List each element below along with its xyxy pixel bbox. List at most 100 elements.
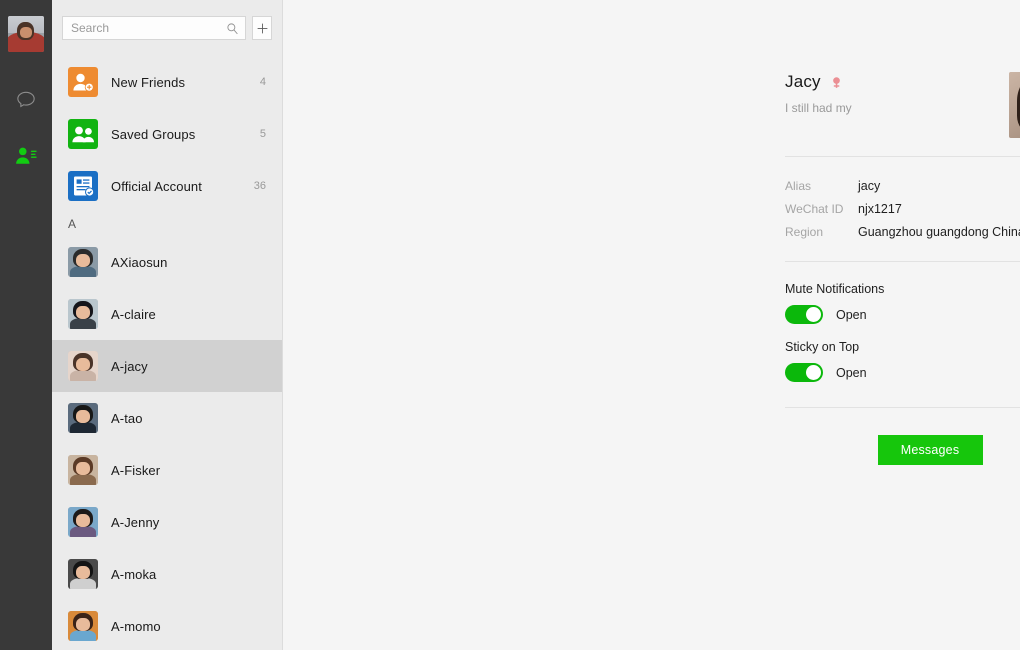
- list-item-count: 5: [259, 128, 266, 140]
- list-item-label: New Friends: [111, 74, 186, 90]
- info-value: Guangzhou guangdong China: [858, 225, 1020, 239]
- contact-avatar-thumb: [68, 611, 98, 641]
- avatar-torso: [70, 266, 96, 277]
- contact-name-label: A-moka: [111, 566, 157, 582]
- setting-sticky-on-top: Sticky on Top Open: [785, 340, 1020, 382]
- contact-name-label: AXiaosun: [111, 254, 168, 270]
- divider-middle: [785, 261, 1020, 262]
- avatar-face: [76, 357, 90, 371]
- avatar-face: [76, 461, 90, 475]
- avatar-torso: [70, 422, 96, 433]
- contact-avatar-thumb: [68, 559, 98, 589]
- female-gender-icon: [832, 76, 840, 88]
- info-key: WeChat ID: [785, 202, 844, 216]
- search-icon: [227, 22, 238, 34]
- chat-bubble-icon: [17, 91, 35, 108]
- nav-item-chats[interactable]: [0, 74, 52, 126]
- nav-item-contacts[interactable]: [0, 130, 52, 182]
- avatar-face: [76, 565, 90, 579]
- list-item-new-friends[interactable]: New Friends 4: [52, 56, 282, 108]
- setting-mute-notifications: Mute Notifications Open: [785, 282, 1020, 324]
- setting-state: Open: [836, 365, 867, 380]
- group-letter-header: A: [68, 217, 77, 231]
- contact-info-table: Alias jacy WeChat ID njx1217 Region Guan…: [785, 179, 1020, 239]
- contact-list-scroll[interactable]: New Friends 4 Saved Groups 5 Official Ac…: [52, 56, 282, 650]
- contact-name-label: A-momo: [111, 618, 161, 634]
- list-scrollbar[interactable]: [276, 56, 282, 650]
- contact-row[interactable]: A-Jenny: [52, 496, 282, 548]
- contact-row[interactable]: A-claire: [52, 288, 282, 340]
- contact-settings: Mute Notifications Open Sticky on Top Op…: [785, 282, 1020, 382]
- contact-rows: AXiaosun A-claire A-jacy A-tao A-Fisker A-Jen…: [52, 236, 282, 650]
- info-key: Alias: [785, 179, 812, 193]
- avatar-torso: [70, 578, 96, 589]
- avatar-torso: [70, 318, 96, 329]
- search-box[interactable]: [62, 16, 246, 40]
- contact-avatar-thumb: [68, 299, 98, 329]
- contact-name-label: A-tao: [111, 410, 143, 426]
- contact-avatar-thumb: [68, 247, 98, 277]
- detail-actions: Messages: [785, 435, 1020, 465]
- list-item-label: Official Account: [111, 178, 202, 194]
- my-profile-avatar[interactable]: [8, 16, 44, 52]
- contact-avatar-thumb: [68, 403, 98, 433]
- add-contact-button[interactable]: [252, 16, 272, 40]
- contact-avatar[interactable]: [1009, 72, 1020, 138]
- contact-avatar-thumb: [68, 507, 98, 537]
- setting-state: Open: [836, 307, 867, 322]
- avatar-torso: [70, 526, 96, 537]
- nav-rail: [0, 0, 52, 650]
- official-account-icon: [68, 171, 98, 201]
- list-item-label: Saved Groups: [111, 126, 196, 142]
- avatar-face: [76, 513, 90, 527]
- info-row-wechat-id: WeChat ID njx1217: [785, 202, 1020, 216]
- contact-row[interactable]: A-moka: [52, 548, 282, 600]
- contact-avatar-thumb: [68, 351, 98, 381]
- list-item-saved-groups[interactable]: Saved Groups 5: [52, 108, 282, 160]
- mute-notifications-toggle[interactable]: [785, 305, 823, 324]
- saved-groups-icon: [68, 119, 98, 149]
- search-input[interactable]: [71, 21, 226, 35]
- contact-list-panel: New Friends 4 Saved Groups 5: [52, 0, 283, 650]
- list-item-official-account[interactable]: Official Account 36: [52, 160, 282, 212]
- contact-name: Jacy: [785, 72, 821, 91]
- contact-name-label: A-claire: [111, 306, 156, 322]
- toggle-knob: [806, 307, 821, 322]
- contact-row[interactable]: A-momo: [52, 600, 282, 650]
- divider-top: [785, 156, 1020, 157]
- contacts-person-icon: [16, 147, 37, 164]
- setting-label: Mute Notifications: [785, 282, 885, 296]
- list-item-count: 36: [253, 180, 266, 192]
- messages-button[interactable]: Messages: [877, 435, 983, 465]
- contact-signature: I still had my: [785, 101, 852, 115]
- avatar-face: [76, 617, 90, 631]
- detail-header: Jacy I still had my: [785, 0, 1020, 138]
- avatar-face: [76, 305, 90, 319]
- list-item-count: 4: [259, 76, 266, 88]
- contact-row[interactable]: A-jacy: [52, 340, 282, 392]
- avatar-torso: [70, 370, 96, 381]
- contact-row[interactable]: A-Fisker: [52, 444, 282, 496]
- avatar-torso: [70, 630, 96, 641]
- info-row-alias: Alias jacy: [785, 179, 1020, 193]
- info-value: njx1217: [858, 202, 902, 216]
- contact-name-label: A-Fisker: [111, 462, 161, 478]
- new-friends-icon: [68, 67, 98, 97]
- contact-avatar-thumb: [68, 455, 98, 485]
- avatar-face: [19, 26, 33, 39]
- info-row-region: Region Guangzhou guangdong China: [785, 225, 1020, 239]
- contact-row[interactable]: A-tao: [52, 392, 282, 444]
- setting-label: Sticky on Top: [785, 340, 860, 354]
- avatar-torso: [70, 474, 96, 485]
- info-key: Region: [785, 225, 824, 239]
- contact-name-label: A-Jenny: [111, 514, 160, 530]
- avatar-face: [76, 409, 90, 423]
- avatar-face: [76, 253, 90, 267]
- info-value: jacy: [858, 179, 881, 193]
- sticky-on-top-toggle[interactable]: [785, 363, 823, 382]
- divider-bottom: [785, 407, 1020, 408]
- wechat-window: New Friends 4 Saved Groups 5: [0, 0, 1020, 650]
- contact-detail-panel: Jacy I still had my Alias jacy WeChat ID…: [283, 0, 1020, 650]
- contact-row[interactable]: AXiaosun: [52, 236, 282, 288]
- search-bar: [52, 0, 282, 56]
